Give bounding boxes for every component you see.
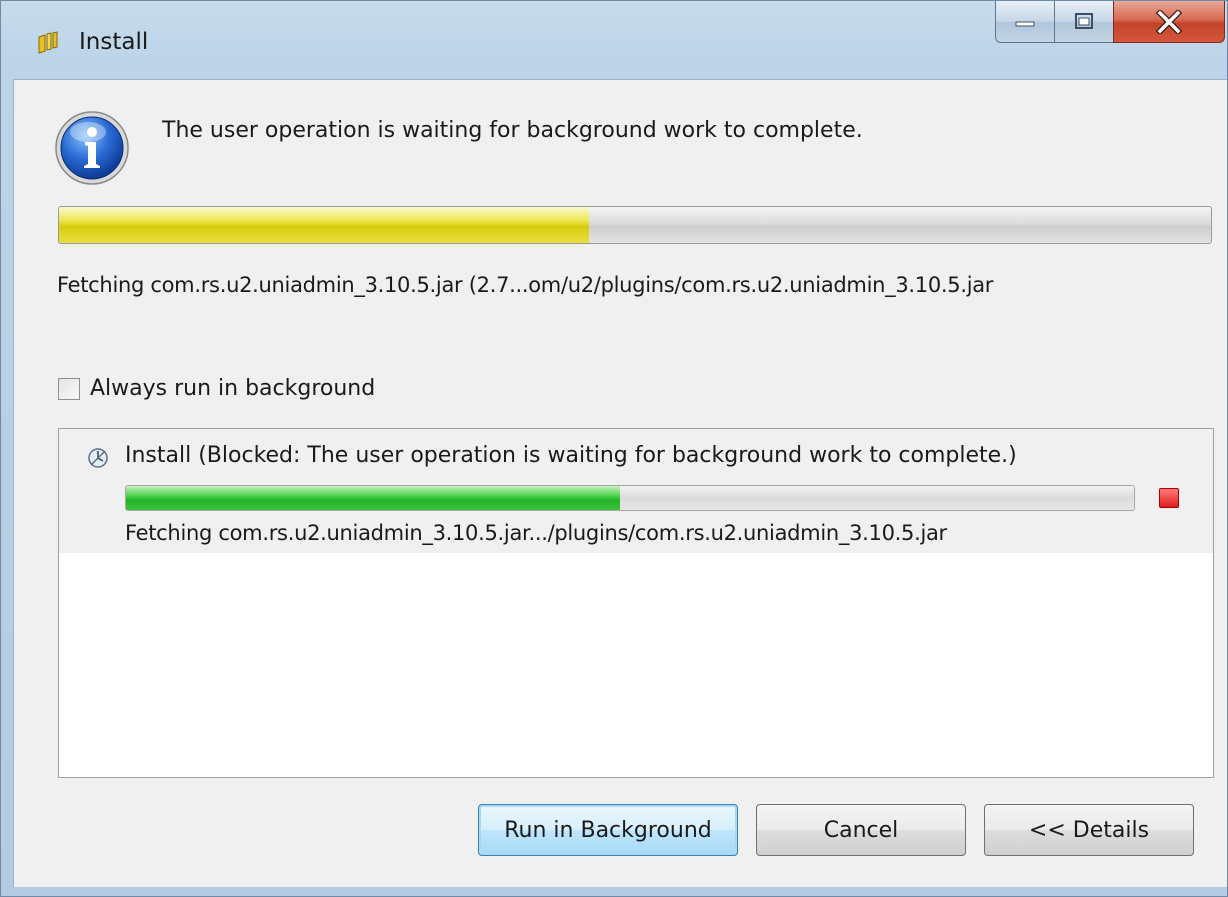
caption-buttons <box>995 1 1227 45</box>
job-progress-fill <box>126 486 620 510</box>
dialog-body: The user operation is waiting for backgr… <box>13 79 1227 887</box>
run-in-background-button[interactable]: Run in Background <box>478 804 738 856</box>
main-progress-fill <box>59 207 589 243</box>
close-button[interactable] <box>1113 1 1225 43</box>
install-dialog-window: Install The user operation is waiting fo… <box>0 0 1228 897</box>
always-run-in-background-row[interactable]: Always run in background <box>58 376 375 401</box>
status-message: The user operation is waiting for backgr… <box>162 118 863 143</box>
minimize-icon <box>1015 21 1035 26</box>
job-title: Install (Blocked: The user operation is … <box>125 443 1017 468</box>
maximize-icon <box>1075 12 1093 29</box>
cancel-button[interactable]: Cancel <box>756 804 966 856</box>
blocked-job-icon <box>88 448 108 468</box>
title-bar[interactable]: Install <box>1 1 1227 79</box>
install-app-icon <box>38 31 58 54</box>
always-run-in-background-label[interactable]: Always run in background <box>90 376 375 401</box>
maximize-button[interactable] <box>1054 1 1114 43</box>
details-button[interactable]: << Details <box>984 804 1194 856</box>
info-icon <box>55 111 129 185</box>
job-progress-bar <box>125 485 1135 511</box>
always-run-in-background-checkbox[interactable] <box>58 377 80 400</box>
minimize-button[interactable] <box>995 1 1055 43</box>
stop-job-button[interactable] <box>1159 488 1179 508</box>
list-item[interactable]: Install (Blocked: The user operation is … <box>59 429 1213 553</box>
close-icon <box>1155 9 1183 34</box>
main-progress-bar <box>58 206 1212 244</box>
fetch-status-text: Fetching com.rs.u2.uniadmin_3.10.5.jar (… <box>57 273 994 297</box>
job-detail-text: Fetching com.rs.u2.uniadmin_3.10.5.jar..… <box>125 521 947 545</box>
jobs-list: Install (Blocked: The user operation is … <box>58 428 1214 778</box>
window-title: Install <box>79 29 149 55</box>
